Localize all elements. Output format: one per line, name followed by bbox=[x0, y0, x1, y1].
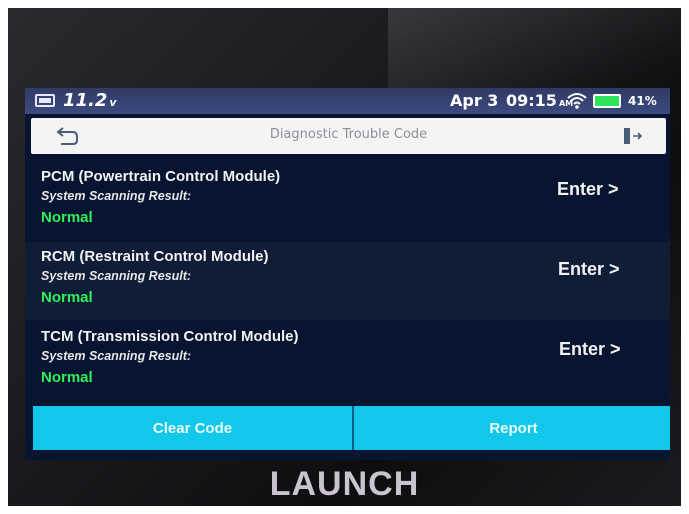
module-row-pcm: PCM (Powertrain Control Module) System S… bbox=[25, 162, 670, 240]
module-row-rcm: RCM (Restraint Control Module) System Sc… bbox=[25, 242, 670, 320]
enter-button-rcm[interactable]: Enter > bbox=[558, 259, 620, 280]
title-bar: Diagnostic Trouble Code bbox=[31, 118, 666, 154]
wifi-icon bbox=[567, 93, 587, 109]
module-name: RCM (Restraint Control Module) bbox=[41, 248, 269, 265]
status-time-value: 09:15 bbox=[506, 91, 557, 110]
module-status: Normal bbox=[41, 209, 93, 226]
vehicle-battery-icon bbox=[35, 94, 55, 107]
voltage-unit: v bbox=[109, 96, 117, 109]
footer-toolbar: Clear Code Report bbox=[33, 406, 670, 450]
module-status: Normal bbox=[41, 369, 93, 386]
module-row-tcm: TCM (Transmission Control Module) System… bbox=[25, 322, 670, 400]
status-date: Apr 3 bbox=[450, 91, 499, 110]
exit-icon[interactable] bbox=[621, 126, 643, 146]
voltage-readout: 11.2 v bbox=[63, 90, 117, 111]
module-status: Normal bbox=[41, 289, 93, 306]
enter-button-tcm[interactable]: Enter > bbox=[559, 339, 621, 360]
brand-logo: LAUNCH bbox=[269, 465, 420, 503]
voltage-value: 11.2 bbox=[63, 90, 108, 111]
clear-code-button[interactable]: Clear Code bbox=[33, 406, 352, 450]
module-result-label: System Scanning Result: bbox=[41, 189, 192, 203]
page-title: Diagnostic Trouble Code bbox=[269, 127, 428, 142]
battery-percentage: 41% bbox=[628, 94, 657, 108]
battery-icon bbox=[593, 94, 621, 108]
module-name: TCM (Transmission Control Module) bbox=[41, 328, 299, 345]
status-bar: 11.2 v Apr 3 09:15 AM 41% bbox=[25, 88, 670, 114]
enter-button-pcm[interactable]: Enter > bbox=[557, 179, 619, 200]
device-photo: 11.2 v Apr 3 09:15 AM 41% Diagnostic Troub… bbox=[8, 8, 681, 506]
status-time: 09:15 AM bbox=[506, 91, 573, 110]
report-button[interactable]: Report bbox=[354, 406, 670, 450]
module-result-label: System Scanning Result: bbox=[41, 269, 192, 283]
module-result-label: System Scanning Result: bbox=[41, 349, 192, 363]
device-screen: 11.2 v Apr 3 09:15 AM 41% Diagnostic Troub… bbox=[25, 88, 670, 460]
module-name: PCM (Powertrain Control Module) bbox=[41, 168, 281, 185]
